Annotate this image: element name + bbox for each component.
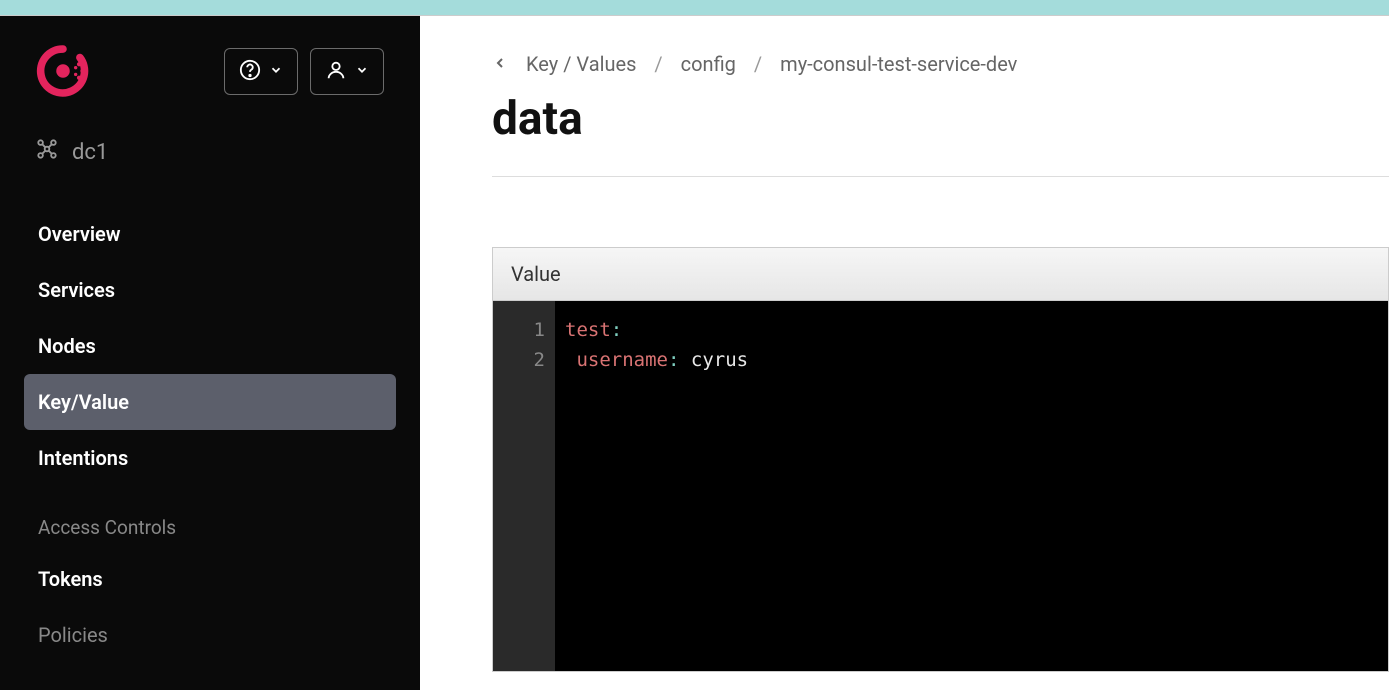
- main-content: Key / Values / config / my-consul-test-s…: [420, 16, 1389, 690]
- value-panel: Value 12 test: username: cyrus: [492, 247, 1389, 672]
- nav-item-key-value[interactable]: Key/Value: [24, 374, 396, 430]
- page-title: data: [492, 92, 1389, 146]
- consul-logo[interactable]: [36, 44, 90, 98]
- nav-item-services[interactable]: Services: [24, 262, 396, 318]
- code-editor[interactable]: 12 test: username: cyrus: [493, 301, 1388, 671]
- nav-main: Overview Services Nodes Key/Value Intent…: [24, 206, 396, 663]
- mesh-icon: [36, 138, 58, 166]
- breadcrumb-separator: /: [754, 52, 762, 76]
- breadcrumb-root[interactable]: Key / Values: [526, 52, 636, 76]
- user-menu-button[interactable]: [310, 48, 384, 95]
- breadcrumb: Key / Values / config / my-consul-test-s…: [492, 52, 1389, 76]
- sidebar-header: [24, 44, 396, 98]
- editor-gutter: 12: [493, 301, 555, 671]
- nav-item-policies[interactable]: Policies: [24, 607, 396, 663]
- nav-item-intentions[interactable]: Intentions: [24, 430, 396, 486]
- chevron-down-icon: [355, 63, 369, 80]
- nav-section-access-controls: Access Controls: [24, 486, 396, 551]
- title-divider: [492, 176, 1389, 177]
- breadcrumb-service[interactable]: my-consul-test-service-dev: [780, 52, 1017, 76]
- value-panel-header: Value: [493, 248, 1388, 301]
- breadcrumb-back-icon[interactable]: [492, 52, 508, 76]
- user-icon: [325, 59, 347, 84]
- sidebar: dc1 Overview Services Nodes Key/Value In…: [0, 16, 420, 690]
- nav-item-nodes[interactable]: Nodes: [24, 318, 396, 374]
- editor-code[interactable]: test: username: cyrus: [555, 301, 758, 671]
- datacenter-name: dc1: [72, 140, 108, 165]
- chevron-down-icon: [269, 63, 283, 80]
- window-top-bar: [0, 0, 1389, 16]
- breadcrumb-separator: /: [654, 52, 662, 76]
- datacenter-selector[interactable]: dc1: [24, 138, 396, 166]
- nav-item-overview[interactable]: Overview: [24, 206, 396, 262]
- help-menu-button[interactable]: [224, 48, 298, 95]
- help-icon: [239, 59, 261, 84]
- nav-item-tokens[interactable]: Tokens: [24, 551, 396, 607]
- breadcrumb-config[interactable]: config: [681, 52, 736, 76]
